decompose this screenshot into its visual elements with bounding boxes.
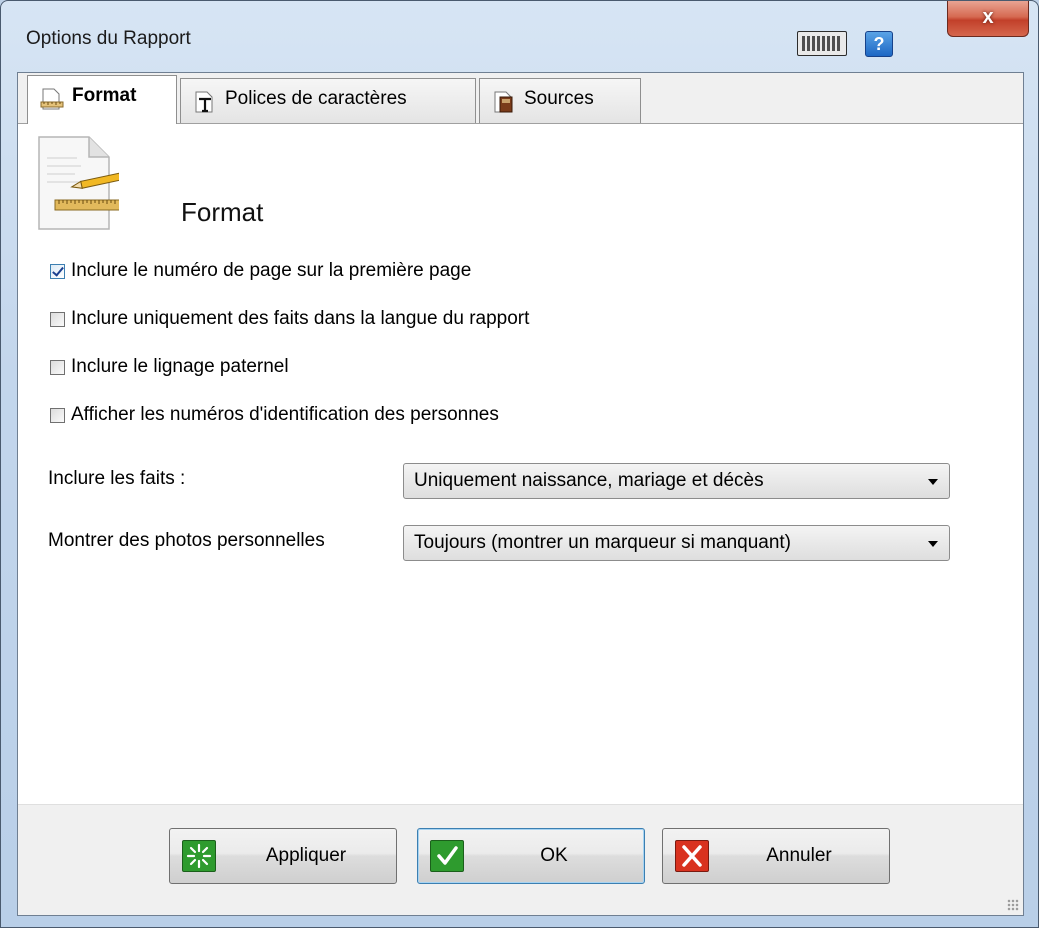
close-button[interactable]: x bbox=[947, 1, 1029, 37]
ok-label: OK bbox=[540, 845, 568, 866]
cancel-button[interactable]: Annuler bbox=[662, 828, 890, 884]
checkbox-label: Inclure le numéro de page sur la premièr… bbox=[71, 260, 472, 281]
help-button[interactable]: ? bbox=[865, 31, 893, 57]
apply-button[interactable]: Appliquer bbox=[169, 828, 397, 884]
photos-select[interactable]: Toujours (montrer un marqueur si manquan… bbox=[403, 525, 950, 561]
tab-label: Polices de caractères bbox=[225, 88, 407, 109]
button-bar: Appliquer OK Annuler bbox=[18, 804, 1023, 915]
cross-icon bbox=[675, 840, 709, 872]
checkbox-paternal-line[interactable]: Inclure le lignage paternel bbox=[50, 356, 289, 378]
checkbox-box[interactable] bbox=[50, 263, 65, 279]
facts-label: Inclure les faits : bbox=[48, 468, 186, 489]
window-title: Options du Rapport bbox=[26, 28, 191, 49]
apply-sparkle-icon bbox=[182, 840, 216, 872]
cancel-label: Annuler bbox=[766, 845, 832, 866]
tab-format[interactable]: Format bbox=[27, 75, 177, 124]
checkbox-box[interactable] bbox=[50, 407, 65, 423]
select-value: Toujours (montrer un marqueur si manquan… bbox=[414, 532, 792, 553]
sources-icon bbox=[494, 91, 513, 113]
checkbox-report-language[interactable]: Inclure uniquement des faits dans la lan… bbox=[50, 308, 529, 330]
checkbox-label: Inclure le lignage paternel bbox=[71, 356, 289, 377]
tab-label: Sources bbox=[524, 88, 594, 109]
document-pencil-ruler-icon bbox=[38, 136, 119, 230]
apply-label: Appliquer bbox=[265, 845, 347, 866]
dialog-content: Format Polices de caractères Sources For… bbox=[17, 72, 1024, 916]
tab-fonts[interactable]: Polices de caractères bbox=[180, 78, 476, 123]
tab-strip: Format Polices de caractères Sources bbox=[18, 73, 1023, 124]
resize-grip[interactable] bbox=[1007, 899, 1019, 911]
checkbox-person-ids[interactable]: Afficher les numéros d'identification de… bbox=[50, 404, 499, 426]
photos-label: Montrer des photos personnelles bbox=[48, 530, 325, 551]
title-bar: Options du Rapport ? x bbox=[1, 1, 1038, 73]
keyboard-icon[interactable] bbox=[797, 31, 847, 56]
checkbox-box[interactable] bbox=[50, 359, 65, 375]
checkbox-box[interactable] bbox=[50, 311, 65, 327]
chevron-down-icon bbox=[928, 479, 938, 485]
facts-select[interactable]: Uniquement naissance, mariage et décès bbox=[403, 463, 950, 499]
tab-sources[interactable]: Sources bbox=[479, 78, 641, 123]
checkbox-page-number[interactable]: Inclure le numéro de page sur la premièr… bbox=[50, 260, 471, 282]
section-title: Format bbox=[181, 197, 264, 227]
font-icon bbox=[195, 91, 213, 113]
ok-button[interactable]: OK bbox=[417, 828, 645, 884]
chevron-down-icon bbox=[928, 541, 938, 547]
select-value: Uniquement naissance, mariage et décès bbox=[414, 470, 764, 491]
checkbox-label: Inclure uniquement des faits dans la lan… bbox=[71, 308, 530, 329]
tab-label: Format bbox=[72, 85, 137, 106]
dialog-window: Options du Rapport ? x Format Polices de… bbox=[0, 0, 1039, 928]
checkbox-label: Afficher les numéros d'identification de… bbox=[71, 404, 499, 425]
checkmark-icon bbox=[430, 840, 464, 872]
document-ruler-icon bbox=[40, 88, 64, 110]
